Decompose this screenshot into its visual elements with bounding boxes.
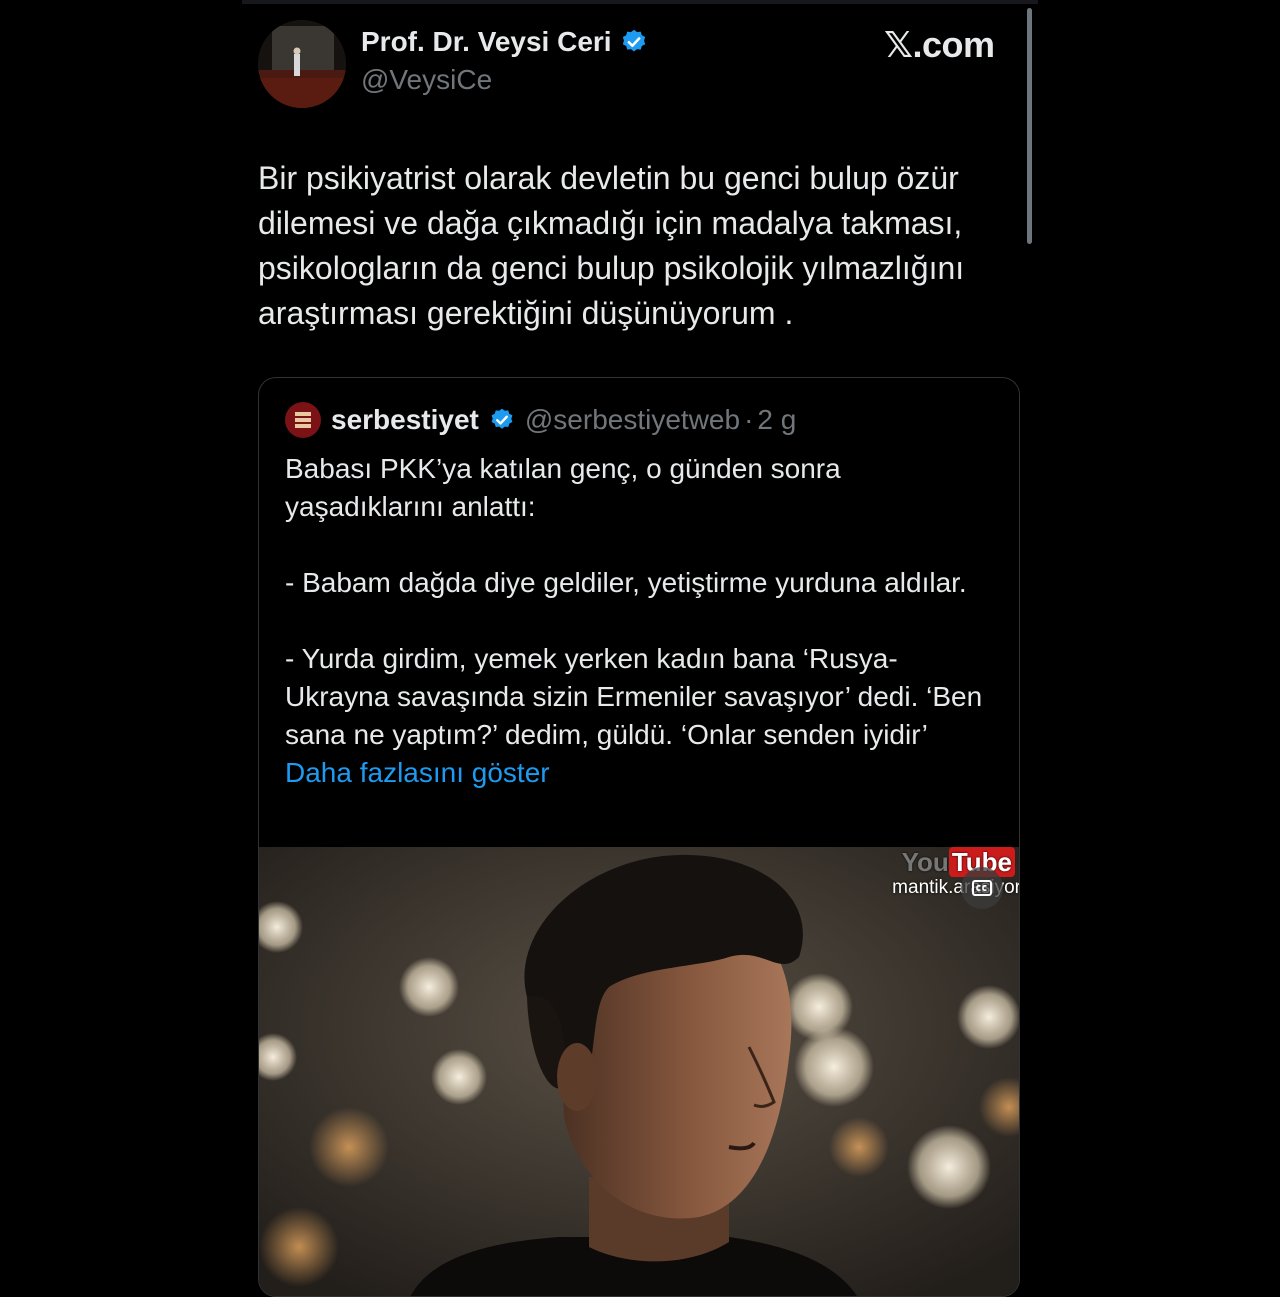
verified-badge-icon xyxy=(622,29,645,52)
captions-icon xyxy=(972,880,992,896)
quoted-video-thumbnail[interactable]: You Tube mantik.arasiyor xyxy=(259,847,1019,1296)
quoted-tweet[interactable]: serbestiyet @serbestiyetweb · 2 g Babası… xyxy=(258,377,1020,1297)
meta-separator: · xyxy=(744,404,754,435)
scrollbar[interactable] xyxy=(1027,8,1032,244)
author-name-row[interactable]: Prof. Dr. Veysi Ceri xyxy=(361,26,648,58)
youtube-watermark: You Tube xyxy=(902,847,1015,878)
verified-badge-icon xyxy=(491,408,513,429)
youtube-watermark-you: You xyxy=(901,847,949,877)
quoted-timestamp[interactable]: 2 g xyxy=(757,404,796,436)
author-handle[interactable]: @VeysiCe xyxy=(361,64,492,96)
quoted-tweet-text-block: Babası PKK’ya katılan genç, o günden son… xyxy=(285,450,985,792)
quoted-tweet-text: Babası PKK’ya katılan genç, o günden son… xyxy=(285,453,983,750)
tweet-text: Bir psikiyatrist olarak devletin bu genc… xyxy=(258,160,965,331)
author-name[interactable]: Prof. Dr. Veysi Ceri xyxy=(361,26,612,58)
quoted-tweet-header: serbestiyet @serbestiyetweb · 2 g xyxy=(285,402,796,438)
serbestiyet-logo-icon[interactable] xyxy=(285,402,321,438)
x-brand-logo: 𝕏.com xyxy=(884,24,995,65)
captions-button[interactable] xyxy=(961,867,1003,909)
author-avatar[interactable] xyxy=(258,20,346,108)
quoted-author-handle[interactable]: @serbestiyetweb xyxy=(525,404,740,436)
video-frame-image xyxy=(259,847,1019,1296)
show-more-link[interactable]: Daha fazlasını göster xyxy=(285,757,550,788)
quoted-author-name[interactable]: serbestiyet xyxy=(331,404,479,436)
